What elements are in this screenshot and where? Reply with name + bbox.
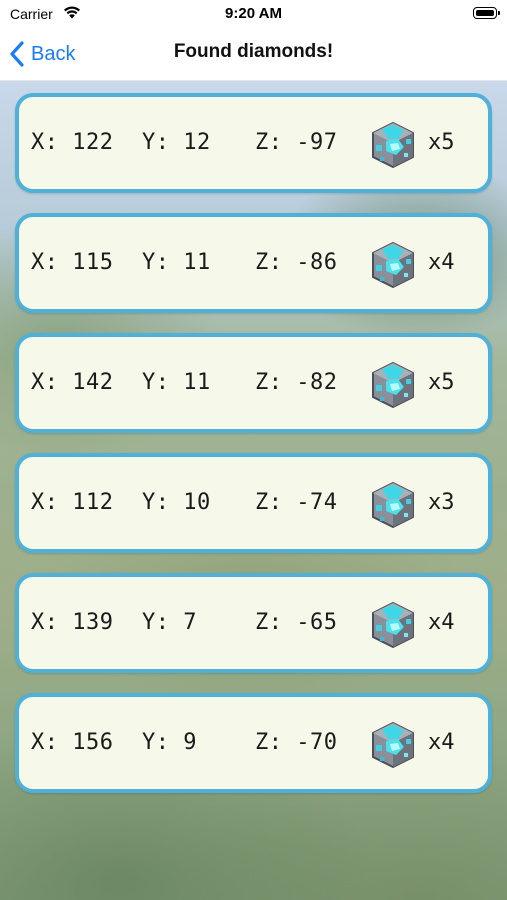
z-coordinate: Z: -74 (255, 490, 338, 515)
y-coordinate: Y: 7 (142, 610, 197, 635)
diamond-list[interactable]: X: 122 Y: 12 Z: -97 x5 X: 115 Y: 11 Z: -… (0, 81, 507, 900)
diamond-card[interactable]: X: 139 Y: 7 Z: -65 x4 (15, 573, 492, 673)
diamond-ore-icon (372, 601, 414, 649)
y-coordinate: Y: 12 (142, 130, 211, 155)
z-coordinate: Z: -65 (255, 610, 338, 635)
z-coordinate: Z: -86 (255, 250, 338, 275)
x-coordinate: X: 122 (31, 130, 114, 155)
diamond-card[interactable]: X: 122 Y: 12 Z: -97 x5 (15, 93, 492, 193)
z-coordinate: Z: -70 (255, 730, 338, 755)
diamond-ore-icon (372, 481, 414, 529)
status-bar: Carrier 9:20 AM (0, 0, 507, 30)
x-coordinate: X: 115 (31, 250, 114, 275)
x-coordinate: X: 112 (31, 490, 114, 515)
y-coordinate: Y: 11 (142, 250, 211, 275)
page-title: Found diamonds! (173, 41, 334, 62)
diamond-ore-icon (372, 241, 414, 289)
y-coordinate: Y: 11 (142, 370, 211, 395)
diamond-count: x5 (428, 370, 455, 395)
x-coordinate: X: 139 (31, 610, 114, 635)
diamond-card[interactable]: X: 115 Y: 11 Z: -86 x4 (15, 213, 492, 313)
battery-icon (473, 7, 500, 19)
status-time: 9:20 AM (225, 5, 282, 22)
z-coordinate: Z: -82 (255, 370, 338, 395)
diamond-count: x4 (428, 610, 455, 635)
diamond-count: x4 (428, 250, 455, 275)
diamond-ore-icon (372, 721, 414, 769)
z-coordinate: Z: -97 (255, 130, 338, 155)
diamond-count: x5 (428, 130, 455, 155)
diamond-card[interactable]: X: 142 Y: 11 Z: -82 x5 (15, 333, 492, 433)
y-coordinate: Y: 9 (142, 730, 197, 755)
diamond-count: x4 (428, 730, 455, 755)
diamond-ore-icon (372, 361, 414, 409)
navigation-bar: Back Found diamonds! (0, 30, 507, 81)
diamond-card[interactable]: X: 156 Y: 9 Z: -70 x4 (15, 693, 492, 793)
diamond-card[interactable]: X: 112 Y: 10 Z: -74 x3 (15, 453, 492, 553)
diamond-count: x3 (428, 490, 455, 515)
x-coordinate: X: 142 (31, 370, 114, 395)
x-coordinate: X: 156 (31, 730, 114, 755)
y-coordinate: Y: 10 (142, 490, 211, 515)
diamond-ore-icon (372, 121, 414, 169)
